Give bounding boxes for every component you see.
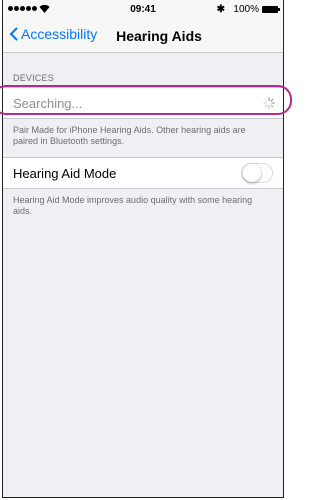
highlight-annotation: [0, 85, 292, 115]
page-title: Hearing Aids: [3, 28, 283, 44]
status-bar: 09:41 ✱ 100%: [3, 0, 283, 20]
navigation-bar: Accessibility Hearing Aids: [3, 20, 283, 53]
phone-screen: 09:41 ✱ 100% Accessibility Hearing Aids …: [2, 0, 284, 498]
hearing-aid-mode-footer: Hearing Aid Mode improves audio quality …: [13, 195, 253, 216]
battery-percentage: 100%: [233, 4, 259, 15]
hearing-aid-mode-cell: Hearing Aid Mode: [3, 158, 283, 188]
devices-footer: Pair Made for iPhone Hearing Aids. Other…: [13, 125, 246, 146]
toggle-knob: [243, 164, 261, 182]
battery-icon: [262, 6, 280, 13]
bluetooth-icon: ✱: [216, 4, 225, 15]
hearing-aid-mode-toggle[interactable]: [241, 163, 273, 183]
page-title-text: Hearing Aids: [116, 28, 202, 44]
hearing-aid-mode-group: Hearing Aid Mode: [3, 157, 283, 189]
hearing-aid-mode-label: Hearing Aid Mode: [13, 165, 117, 181]
